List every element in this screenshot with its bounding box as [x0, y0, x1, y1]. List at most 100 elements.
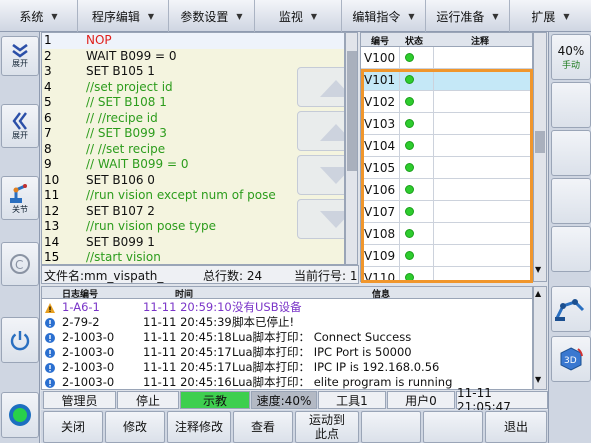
info-icon	[45, 317, 55, 328]
cycle-mode-button[interactable]: C	[1, 242, 39, 286]
log-message: Lua脚本打印： IPC IP is 192.168.0.56	[232, 360, 440, 374]
scroll-up-arrow-icon[interactable]: ▲	[535, 289, 541, 298]
clock: 11-11 21:05:47	[456, 386, 548, 414]
line-text: NOP	[86, 33, 112, 47]
line-text: // WAIT B099 = 0	[86, 157, 189, 171]
servo-status-button[interactable]	[1, 392, 39, 438]
log-row[interactable]: 2-1003-0 11-11 20:45:17 Lua脚本打印： IPC IP is…	[42, 360, 532, 375]
run-state-status: 停止	[117, 391, 179, 409]
log-scrollbar[interactable]: ▲ ▼	[533, 286, 547, 390]
column-divider	[399, 245, 400, 267]
menu-extension[interactable]: 扩展 ▼	[510, 0, 591, 32]
variable-id: V109	[364, 249, 396, 263]
variable-row[interactable]: V102	[361, 91, 532, 113]
right-blank-button-2[interactable]	[551, 130, 591, 176]
column-divider	[433, 47, 434, 69]
editor-scroll-thumb[interactable]	[347, 51, 357, 171]
line-text: SET B105 1	[86, 64, 155, 78]
variable-scroll-thumb[interactable]	[535, 131, 545, 153]
line-text: // //recipe id	[86, 110, 158, 125]
log-row[interactable]: 2-79-2 11-11 20:45:39 脚本已停止!	[42, 315, 532, 330]
log-row[interactable]: 2-1003-0 11-11 20:45:17 Lua脚本打印： IPC Port …	[42, 345, 532, 360]
variable-table: 编号 状态 注释 V100 V101 V102 V103 V104 V105 V106 V10…	[360, 32, 533, 282]
log-row[interactable]: 2-1003-0 11-11 20:45:18 Lua脚本打印： Connect S…	[42, 330, 532, 345]
menu-program-edit[interactable]: 程序编辑 ▼	[78, 0, 169, 32]
variable-row[interactable]: V110	[361, 267, 532, 281]
variable-row[interactable]: V108	[361, 223, 532, 245]
variable-row[interactable]: V103	[361, 113, 532, 135]
line-number: 7	[44, 126, 52, 140]
move-to-point-button[interactable]: 运动到此点	[295, 411, 359, 443]
column-divider	[399, 157, 400, 179]
code-line[interactable]: 15 //start vision	[42, 250, 344, 264]
menu-system[interactable]: 系统 ▼	[0, 0, 78, 32]
info-icon	[45, 362, 55, 373]
variable-row[interactable]: V105	[361, 157, 532, 179]
comment-modify-button[interactable]: 注释修改	[167, 411, 231, 443]
variable-table-header: 编号 状态 注释	[361, 33, 532, 47]
scroll-down-arrow-icon[interactable]: ▼	[535, 265, 541, 274]
menu-edit-instruction[interactable]: 编辑指令 ▼	[342, 0, 426, 32]
log-message: 没有USB设备	[232, 300, 302, 314]
line-number: 1	[44, 33, 52, 47]
line-number: 3	[44, 64, 52, 78]
variable-id: V108	[364, 227, 396, 241]
speed-button[interactable]: 40% 手动	[551, 34, 591, 80]
expand-button-2[interactable]: 展开	[1, 104, 39, 148]
variable-row[interactable]: V101	[361, 69, 532, 91]
expand-button-1[interactable]: 展开	[1, 36, 39, 76]
line-text: //set project id	[86, 79, 173, 94]
page-up-button[interactable]	[297, 67, 344, 107]
blank-button-1[interactable]	[361, 411, 421, 443]
log-table-header: 日志编号 时间 信息	[42, 287, 532, 300]
variable-id: V102	[364, 95, 396, 109]
line-up-button[interactable]	[297, 111, 344, 151]
variable-id: V106	[364, 183, 396, 197]
log-row[interactable]: 1-A6-1 11-11 20:59:10 没有USB设备	[42, 300, 532, 315]
svg-text:3D: 3D	[564, 356, 577, 366]
exit-button[interactable]: 退出	[485, 411, 547, 443]
line-text: //run vision except num of pose	[86, 188, 276, 202]
log-id: 2-1003-0	[62, 360, 115, 374]
column-divider	[433, 135, 434, 157]
line-number: 14	[44, 234, 60, 249]
scroll-down-arrow-icon[interactable]: ▼	[535, 375, 541, 384]
power-button[interactable]	[1, 317, 39, 363]
right-blank-button-1[interactable]	[551, 82, 591, 128]
column-divider	[433, 179, 434, 201]
code-line[interactable]: 1 NOP	[42, 33, 344, 49]
variable-row[interactable]: V104	[361, 135, 532, 157]
code-line[interactable]: 2 WAIT B099 = 0	[42, 49, 344, 65]
log-time: 11-11 20:45:16	[143, 375, 232, 389]
status-bar: 管理员 停止 示教 速度:40% 工具1 用户0 11-11 21:05:47	[41, 386, 548, 414]
menu-parameter-settings[interactable]: 参数设置 ▼	[169, 0, 255, 32]
variable-row[interactable]: V106	[361, 179, 532, 201]
variable-row[interactable]: V109	[361, 245, 532, 267]
line-text: SET B107 2	[86, 203, 155, 218]
menu-monitor[interactable]: 监视 ▼	[255, 0, 342, 32]
page-down-button[interactable]	[297, 199, 344, 239]
close-button[interactable]: 关闭	[43, 411, 103, 443]
variable-row[interactable]: V100	[361, 47, 532, 69]
right-blank-button-3[interactable]	[551, 178, 591, 224]
column-divider	[433, 157, 434, 179]
variable-table-scrollbar[interactable]: ▼	[533, 32, 547, 282]
variable-row[interactable]: V107	[361, 201, 532, 223]
file-name-label: 文件名:mm_vispath_	[44, 269, 164, 283]
column-divider	[399, 113, 400, 135]
3d-view-button[interactable]: 3D	[551, 336, 591, 382]
log-id: 1-A6-1	[62, 300, 100, 314]
log-id: 2-1003-0	[62, 330, 115, 344]
right-blank-button-4[interactable]	[551, 226, 591, 272]
blank-button-2[interactable]	[423, 411, 483, 443]
menu-run-prepare[interactable]: 运行准备 ▼	[426, 0, 510, 32]
editor-scrollbar[interactable]	[345, 32, 358, 265]
modify-button[interactable]: 修改	[105, 411, 165, 443]
view-button[interactable]: 查看	[233, 411, 293, 443]
program-editor[interactable]: 1 NOP 2 WAIT B099 = 0 3 SET B105 1 4 //set proj…	[41, 32, 345, 265]
line-down-button[interactable]	[297, 155, 344, 195]
line-text: // //set recipe	[86, 141, 166, 156]
joint-coordinate-button[interactable]: 关节	[1, 176, 39, 220]
status-dot-icon	[405, 185, 414, 194]
robot-view-button[interactable]	[551, 286, 591, 332]
